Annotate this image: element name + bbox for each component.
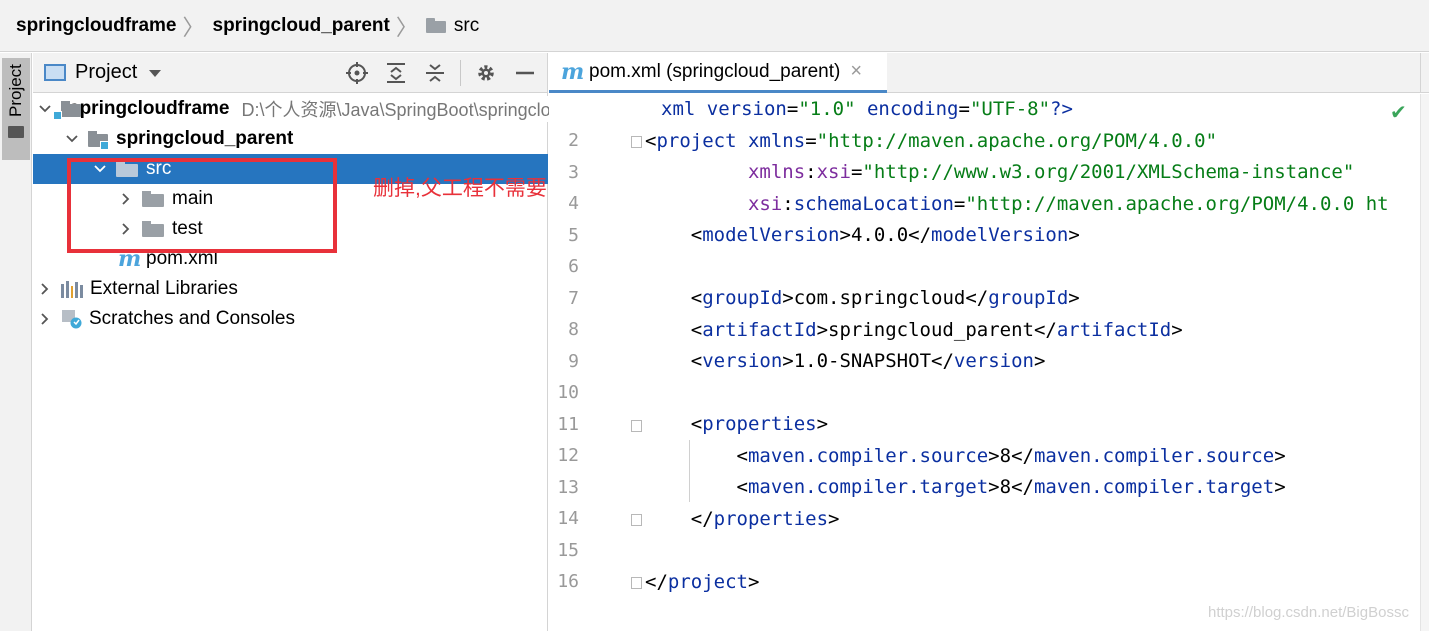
line-number: 16 xyxy=(557,571,579,592)
code-line-8: <artifactId>springcloud_parent</artifact… xyxy=(645,319,1183,341)
chevron-down-icon[interactable] xyxy=(39,94,51,124)
breadcrumb-separator: 〉 xyxy=(395,14,418,40)
project-view-selector[interactable]: Project xyxy=(75,61,137,84)
folder-icon xyxy=(425,18,446,33)
tree-item-label: springcloud_parent xyxy=(116,128,294,149)
chevron-down-icon[interactable] xyxy=(149,70,162,77)
folder-icon xyxy=(8,126,24,138)
minimize-icon[interactable] xyxy=(511,59,539,87)
locate-icon[interactable] xyxy=(343,59,371,87)
line-number: 6 xyxy=(568,256,579,277)
code-line-13: <maven.compiler.target>8</maven.compiler… xyxy=(645,476,1286,498)
project-panel-header: Project xyxy=(33,53,547,93)
tree-item-springcloud-parent[interactable]: springcloud_parent xyxy=(33,124,548,154)
breadcrumb-item-src[interactable]: src xyxy=(425,14,480,37)
code-editor[interactable]: xml version="1.0" encoding="UTF-8"?> <pr… xyxy=(634,94,1420,631)
breadcrumb-item-src-label: src xyxy=(453,14,480,36)
line-number: 3 xyxy=(568,162,579,183)
gear-icon[interactable] xyxy=(472,59,500,87)
breadcrumb-separator: 〉 xyxy=(182,14,205,40)
tree-item-label: Scratches and Consoles xyxy=(89,308,295,329)
line-number: 12 xyxy=(557,445,579,466)
editor-gutter: 2 3 4 5 6 7 8 9 10 11 12 13 14 15 16 xyxy=(549,94,634,631)
breadcrumb-item-springcloudframe[interactable]: springcloudframe xyxy=(16,15,176,37)
tree-item-label: External Libraries xyxy=(90,278,238,299)
tree-item-external-libraries[interactable]: External Libraries xyxy=(33,274,548,304)
line-number: 2 xyxy=(568,130,579,151)
expand-all-icon[interactable] xyxy=(382,59,410,87)
line-number: 4 xyxy=(568,193,579,214)
tree-item-springcloudframe[interactable]: springcloudframe D:\个人资源\Java\SpringBoot… xyxy=(33,94,619,124)
project-panel: Project springcloudframe D:\个人资源\Java\Sp… xyxy=(33,53,619,631)
line-number: 13 xyxy=(557,477,579,498)
code-line-2: <project xmlns="http://maven.apache.org/… xyxy=(645,130,1218,152)
collapse-all-icon[interactable] xyxy=(421,59,449,87)
chevron-right-icon[interactable] xyxy=(39,274,51,304)
watermark: https://blog.csdn.net/BigBossc xyxy=(1208,604,1409,621)
scratches-icon xyxy=(61,309,83,329)
editor-tab-pom-xml[interactable]: m pom.xml (springcloud_parent) × xyxy=(549,53,887,93)
code-line-3: xmlns:xsi="http://www.w3.org/2001/XMLSch… xyxy=(747,161,1355,183)
editor-tab-label: pom.xml (springcloud_parent) xyxy=(589,60,841,82)
code-line-14: </properties> xyxy=(645,508,840,530)
inspection-ok-icon[interactable]: ✔ xyxy=(1390,100,1407,125)
code-line-1: xml version="1.0" encoding="UTF-8"?> xyxy=(661,98,1073,120)
code-line-12: <maven.compiler.source>8</maven.compiler… xyxy=(645,445,1286,467)
module-folder-icon xyxy=(88,130,109,150)
line-number: 9 xyxy=(568,351,579,372)
line-number: 10 xyxy=(557,382,579,403)
toolbar-divider xyxy=(460,60,461,86)
annotation-text: 删掉,父工程不需要 xyxy=(373,177,547,200)
chevron-right-icon[interactable] xyxy=(39,304,51,334)
line-number: 11 xyxy=(557,414,579,435)
code-line-4: xsi:schemaLocation="http://maven.apache.… xyxy=(747,193,1389,215)
editor-scrollbar[interactable] xyxy=(1420,94,1429,631)
breadcrumb: springcloudframe 〉 springcloud_parent 〉 … xyxy=(0,0,1429,52)
maven-file-icon: m xyxy=(561,58,585,85)
annotation-highlight-box xyxy=(67,158,337,253)
code-line-7: <groupId>com.springcloud</groupId> xyxy=(645,287,1080,309)
library-icon xyxy=(61,280,83,298)
code-line-9: <version>1.0-SNAPSHOT</version> xyxy=(645,350,1046,372)
line-number: 15 xyxy=(557,540,579,561)
chevron-down-icon[interactable] xyxy=(66,124,78,154)
project-stripe-label: Project xyxy=(6,64,25,118)
tree-item-label: springcloudframe xyxy=(69,98,230,119)
code-line-5: <modelVersion>4.0.0</modelVersion> xyxy=(645,224,1080,246)
line-number: 7 xyxy=(568,288,579,309)
close-icon[interactable]: × xyxy=(850,60,862,83)
project-view-icon xyxy=(44,64,66,81)
project-tool-window-button[interactable]: Project xyxy=(2,58,30,160)
tree-item-scratches[interactable]: Scratches and Consoles xyxy=(33,304,548,334)
code-line-16: </project> xyxy=(645,571,760,593)
editor-tab-bar: m pom.xml (springcloud_parent) × xyxy=(549,53,1429,93)
line-number: 14 xyxy=(557,508,579,529)
tool-window-stripe: Project xyxy=(0,53,32,631)
line-number: 5 xyxy=(568,225,579,246)
breadcrumb-item-springcloud-parent[interactable]: springcloud_parent xyxy=(213,15,390,37)
tab-bar-divider xyxy=(1420,53,1421,93)
code-line-11: <properties> xyxy=(645,413,829,435)
line-number: 8 xyxy=(568,319,579,340)
